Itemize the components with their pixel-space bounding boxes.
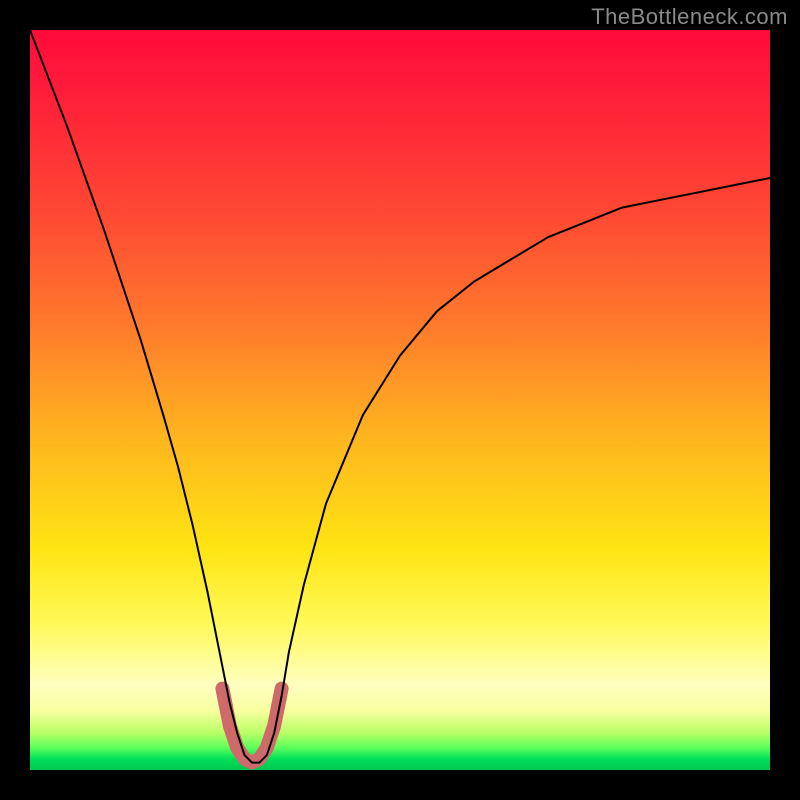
watermark-text: TheBottleneck.com xyxy=(591,4,788,30)
curve-layer xyxy=(30,30,770,770)
plot-area xyxy=(30,30,770,770)
bottleneck-curve-line xyxy=(30,30,770,763)
chart-frame: TheBottleneck.com xyxy=(0,0,800,800)
trough-marker-line xyxy=(222,689,281,763)
